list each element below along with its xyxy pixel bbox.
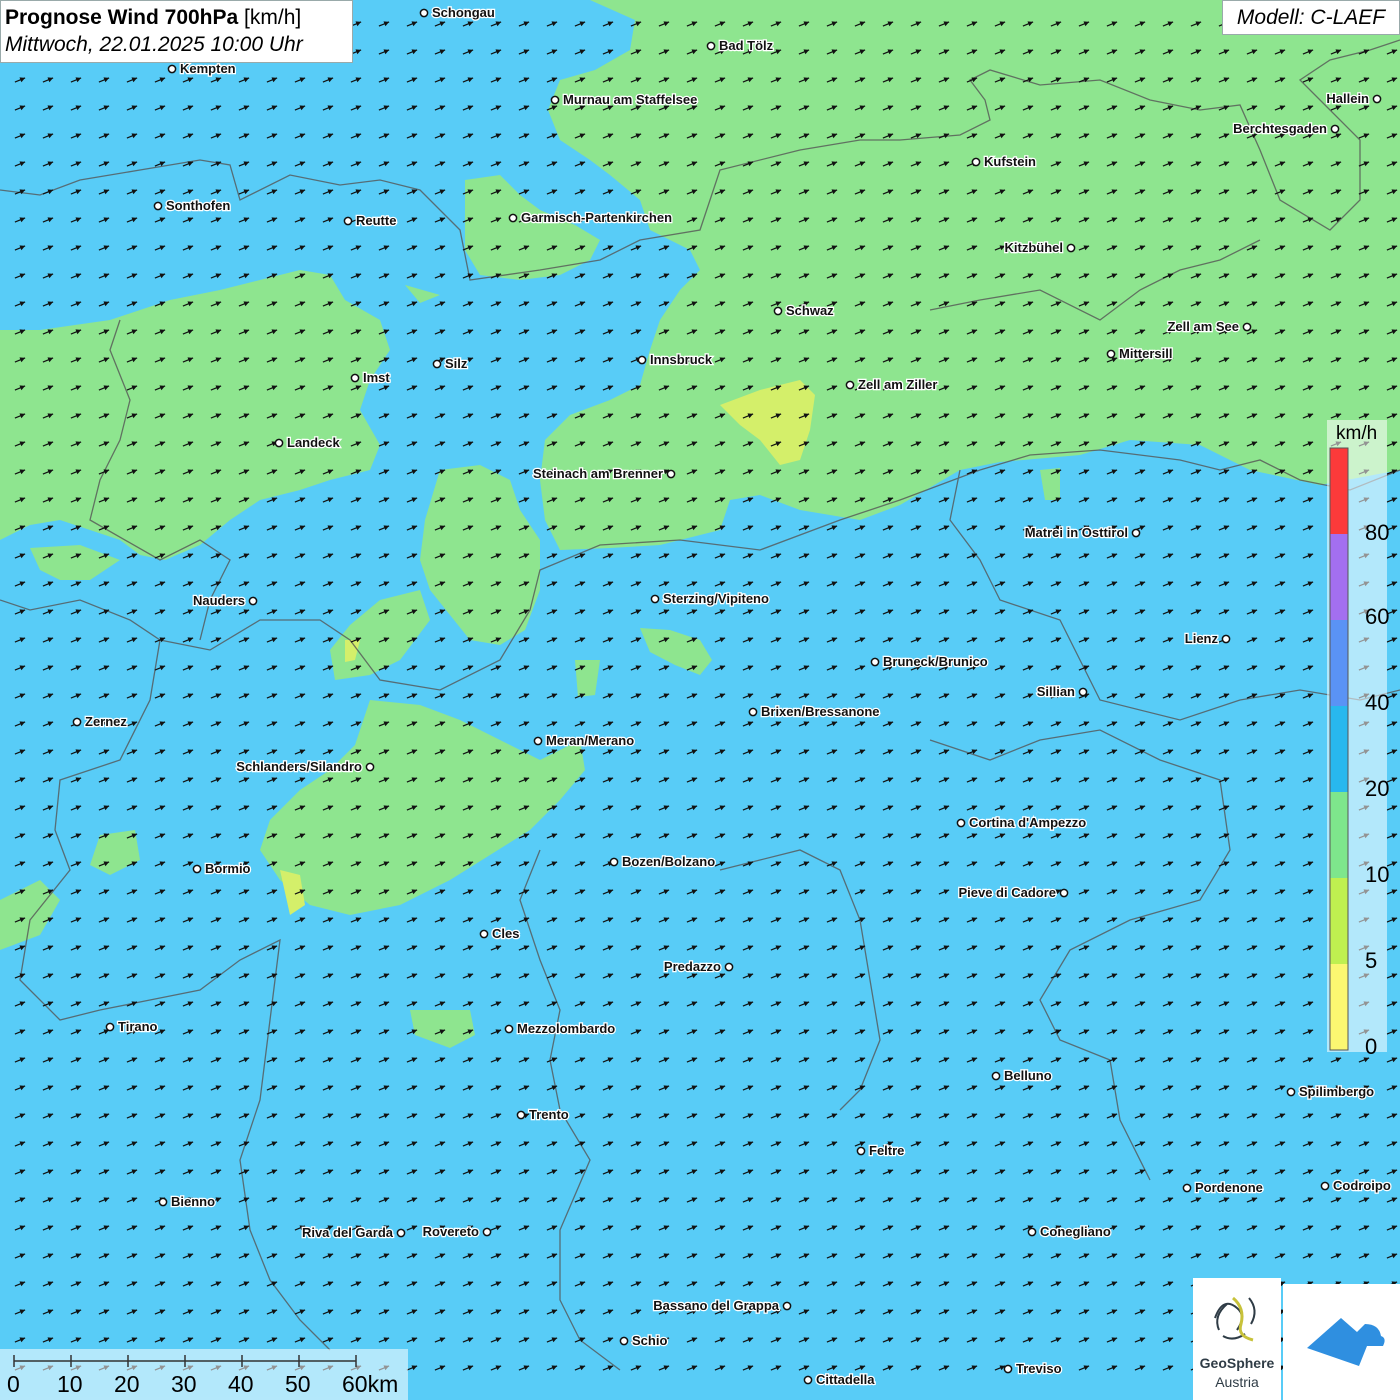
city-label: Berchtesgaden (1233, 121, 1327, 136)
city-label: Sonthofen (166, 198, 230, 213)
city-label: Zell am Ziller (858, 377, 937, 392)
city-label: Kufstein (984, 154, 1036, 169)
city-label: Imst (363, 370, 390, 385)
city-label: Innsbruck (650, 352, 713, 367)
city-marker: Murnau am Staffelsee (550, 91, 699, 108)
city-marker: Steinach am Brenner (532, 465, 676, 482)
city-marker: Matrei in Osttirol (1023, 524, 1141, 541)
city-label: Schwaz (786, 303, 834, 318)
city-dot (637, 355, 647, 365)
city-marker: Schongau (419, 4, 496, 21)
city-label: Matrei in Osttirol (1025, 525, 1128, 540)
city-dot (248, 596, 258, 606)
city-label: Schongau (432, 5, 495, 20)
city-label: Landeck (287, 435, 341, 450)
city-marker: Zell am Ziller (845, 376, 939, 393)
city-dot (773, 306, 783, 316)
city-dot (1066, 243, 1076, 253)
city-dot (971, 157, 981, 167)
city-dot (1330, 124, 1340, 134)
city-dot (1372, 94, 1382, 104)
city-dot (845, 380, 855, 390)
city-label: Kempten (180, 61, 236, 76)
city-dot (274, 438, 284, 448)
city-label: Silz (445, 356, 468, 371)
city-dot (1106, 349, 1116, 359)
city-label: Zell am See (1167, 319, 1239, 334)
city-label: Bad Tölz (719, 38, 774, 53)
city-marker: Berchtesgaden (1232, 120, 1340, 137)
city-label: Kitzbühel (1005, 240, 1064, 255)
city-dot (1131, 528, 1141, 538)
city-marker: Innsbruck (637, 351, 714, 368)
city-label: Mittersill (1119, 346, 1172, 361)
city-label: Reutte (356, 213, 396, 228)
city-dot (508, 213, 518, 223)
city-label: Garmisch-Partenkirchen (521, 210, 672, 225)
city-label: Nauders (193, 593, 245, 608)
city-label: Hallein (1326, 91, 1369, 106)
city-dot (419, 8, 429, 18)
city-dot (432, 359, 442, 369)
city-dot (666, 469, 676, 479)
wind-map: Schongau Bad Tölz Kempten Murnau am Staffel… (0, 0, 1400, 1400)
city-dot (350, 373, 360, 383)
city-dot (1242, 322, 1252, 332)
city-dot (153, 201, 163, 211)
city-marker: Zell am See (1166, 318, 1252, 335)
city-label: Murnau am Staffelsee (563, 92, 697, 107)
city-marker: Sonthofen (153, 197, 232, 214)
city-label: Steinach am Brenner (533, 466, 663, 481)
city-dot (343, 216, 353, 226)
city-marker: Garmisch-Partenkirchen (508, 209, 673, 226)
city-dot (167, 64, 177, 74)
city-dot (550, 95, 560, 105)
city-dot (706, 41, 716, 51)
